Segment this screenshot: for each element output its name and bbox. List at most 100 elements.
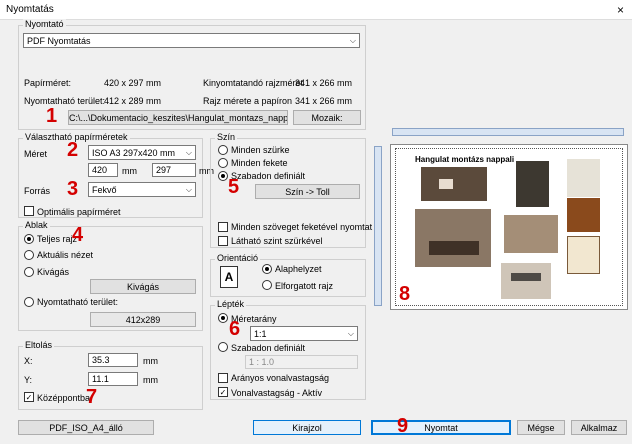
horizontal-ruler[interactable]	[392, 128, 624, 136]
apply-button[interactable]: Alkalmaz	[571, 420, 627, 435]
marker-4: 4	[72, 224, 84, 246]
black-radio[interactable]	[218, 158, 228, 168]
print-preview[interactable]: Hangulat montázs nappali 8	[390, 144, 628, 310]
line-active-checkbox[interactable]: ✓	[218, 387, 228, 397]
line-active-label: Vonalvastagság - Aktív	[231, 388, 323, 398]
text-black-checkbox[interactable]	[218, 222, 228, 232]
default-orientation-radio[interactable]	[262, 264, 272, 274]
vertical-ruler[interactable]	[374, 146, 382, 306]
drawing-size-label: Kinyomtatandó rajzméret	[203, 78, 304, 88]
offset-group-label: Eltolás	[23, 340, 55, 350]
paper-height-input[interactable]: 297	[152, 163, 196, 177]
printable-area-field: 412x289	[90, 312, 196, 327]
preview-image-kitchen	[501, 263, 551, 299]
paper-size-label: Papírméret:	[24, 78, 72, 88]
marker-9: 9	[397, 415, 409, 437]
y-offset-input[interactable]: 11.1	[88, 372, 138, 386]
preview-image-stone	[516, 161, 549, 207]
marker-6: 6	[229, 318, 241, 340]
preset-button[interactable]: PDF_ISO_A4_álló	[18, 420, 154, 435]
preview-image-wood	[567, 198, 600, 232]
preview-image-sofa	[429, 241, 479, 255]
layer-gray-checkbox[interactable]	[218, 236, 228, 246]
preview-image-fabric	[567, 236, 600, 274]
scale-group-label: Lépték	[215, 299, 247, 309]
drawing-on-paper-label: Rajz mérete a papíron	[203, 96, 293, 106]
printable-area-radio[interactable]	[24, 297, 34, 307]
black-label: Minden fekete	[231, 158, 288, 168]
printable-area-label: Nyomtatható terület:	[24, 96, 106, 106]
proportional-label: Arányos vonalvastagság	[231, 373, 330, 383]
ratio-select[interactable]: 1:1 ⌵	[250, 326, 358, 341]
printable-area-value: 412 x 289 mm	[104, 96, 162, 106]
orientation-group-label: Orientáció	[215, 253, 261, 263]
center-label: Középpontba	[37, 393, 91, 403]
drawing-size-value: 341 x 266 mm	[295, 78, 353, 88]
marker-7: 7	[86, 386, 98, 408]
x-unit: mm	[143, 356, 158, 366]
chevron-down-icon: ⌵	[185, 148, 192, 157]
paper-size-field-label: Méret	[24, 149, 48, 159]
cancel-button[interactable]: Mégse	[517, 420, 565, 435]
printable-area-radio-label: Nyomtatható terület:	[37, 297, 119, 307]
x-label: X:	[24, 356, 33, 366]
preview-image-living-room	[415, 209, 491, 267]
window-group-label: Ablak	[23, 220, 50, 230]
title-bar: Nyomtatás ×	[0, 0, 632, 20]
marker-5: 5	[228, 176, 240, 198]
text-black-label: Minden szöveget feketével nyomtat	[231, 222, 373, 232]
x-offset-input[interactable]: 35.3	[88, 353, 138, 367]
optimal-size-label: Optimális papírméret	[37, 207, 121, 217]
cutout-radio[interactable]	[24, 267, 34, 277]
layer-gray-label: Látható szint szürkével	[231, 236, 323, 246]
full-drawing-radio[interactable]	[24, 234, 34, 244]
proportional-checkbox[interactable]	[218, 373, 228, 383]
draw-button[interactable]: Kirajzol	[253, 420, 361, 435]
center-checkbox[interactable]: ✓	[24, 392, 34, 402]
rotated-orientation-label: Elforgatott rajz	[275, 281, 334, 291]
preview-image-bedroom	[421, 167, 487, 201]
grayscale-label: Minden szürke	[231, 145, 290, 155]
custom-scale-input[interactable]: 1 : 1.0	[245, 355, 358, 369]
ratio-radio[interactable]	[218, 313, 228, 323]
paper-size-select[interactable]: ISO A3 297x420 mm ⌵	[88, 145, 196, 160]
source-select[interactable]: Fekvő ⌵	[88, 182, 196, 197]
printer-select[interactable]: PDF Nyomtatás ⌵	[23, 33, 360, 48]
color-to-pen-button[interactable]: Szín -> Toll	[255, 184, 360, 199]
chevron-down-icon: ⌵	[185, 185, 192, 194]
paper-size-value: 420 x 297 mm	[104, 78, 162, 88]
grayscale-radio[interactable]	[218, 145, 228, 155]
custom-color-radio[interactable]	[218, 171, 228, 181]
y-unit: mm	[143, 375, 158, 385]
marker-3: 3	[67, 178, 79, 200]
default-orientation-label: Alaphelyzet	[275, 264, 322, 274]
full-drawing-label: Teljes rajz	[37, 234, 78, 244]
file-path-button[interactable]: C:\...\Dokumentacio_keszites\Hangulat_mo…	[68, 110, 288, 125]
paper-width-input[interactable]: 420	[88, 163, 118, 177]
custom-color-label: Szabadon definiált	[231, 171, 306, 181]
source-label: Forrás	[24, 186, 51, 196]
rotated-orientation-radio[interactable]	[262, 280, 272, 290]
printer-group-label: Nyomtató	[23, 19, 66, 29]
preview-image-sideboard	[504, 215, 558, 253]
custom-scale-label: Szabadon definiált	[231, 343, 306, 353]
optimal-size-checkbox[interactable]	[24, 206, 34, 216]
chevron-down-icon: ⌵	[349, 36, 356, 45]
print-button[interactable]: Nyomtat	[371, 420, 511, 435]
preview-image-marble	[567, 159, 600, 197]
custom-scale-radio[interactable]	[218, 342, 228, 352]
close-icon[interactable]: ×	[617, 3, 624, 17]
cutout-button[interactable]: Kivágás	[90, 279, 196, 294]
drawing-on-paper-value: 341 x 266 mm	[295, 96, 353, 106]
current-view-radio[interactable]	[24, 250, 34, 260]
chevron-down-icon: ⌵	[347, 329, 354, 338]
cutout-label: Kivágás	[37, 267, 70, 277]
preview-image-counter	[511, 273, 541, 281]
current-view-label: Aktuális nézet	[37, 250, 94, 260]
paper-width-unit: mm	[122, 166, 137, 176]
y-label: Y:	[24, 375, 33, 385]
marker-8: 8	[399, 283, 411, 305]
marker-2: 2	[67, 139, 79, 161]
marker-1: 1	[46, 105, 58, 127]
mosaic-button[interactable]: Mozaik:	[293, 110, 361, 125]
